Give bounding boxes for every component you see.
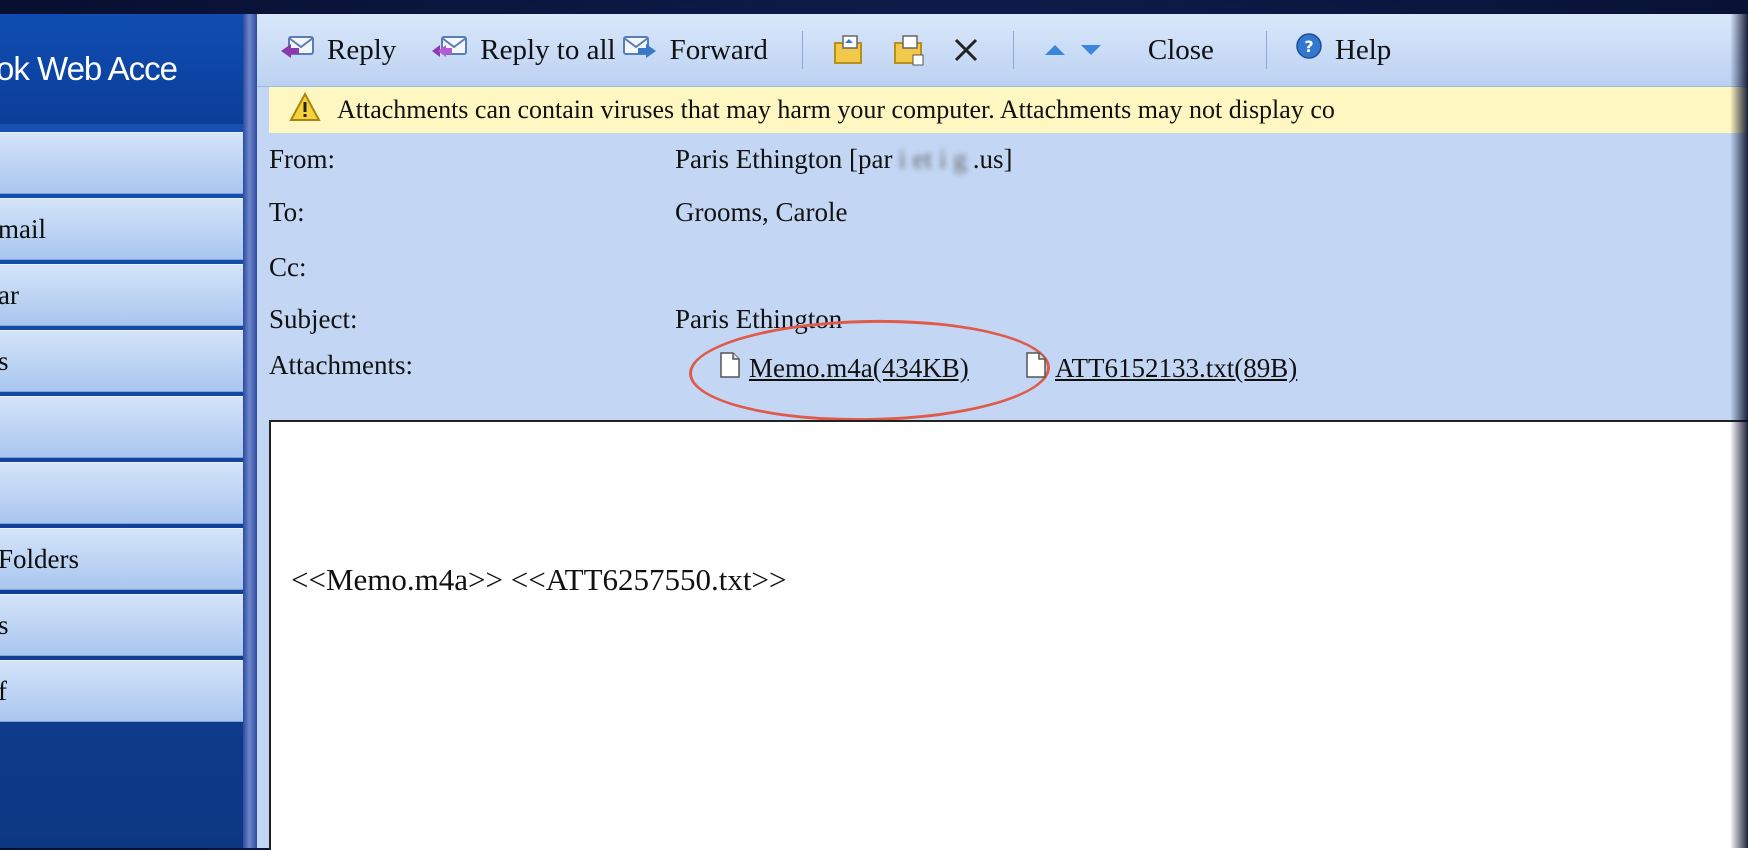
to-label: To: (269, 197, 305, 227)
cc-label: Cc: (269, 252, 307, 282)
previous-item-icon[interactable] (1042, 40, 1068, 60)
close-label: Close (1147, 33, 1214, 66)
attachment-warning-bar: Attachments can contain viruses that may… (269, 87, 1748, 133)
reply-label: Reply (327, 33, 397, 66)
move-to-folder-icon[interactable] (831, 33, 867, 67)
from-label: From: (269, 144, 336, 174)
document-icon (1025, 352, 1047, 385)
svg-text:?: ? (1304, 37, 1313, 56)
help-icon: ? (1295, 32, 1323, 68)
warning-icon (289, 91, 321, 129)
sidebar-item-8[interactable]: s (0, 594, 243, 656)
close-button[interactable]: Close (1148, 34, 1214, 67)
toolbar-separator (801, 31, 803, 69)
subject-label: Subject: (269, 304, 358, 334)
sidebar: ok Web Acce mail ar s Folders s f (0, 14, 243, 848)
reply-all-button[interactable]: Reply to all (430, 31, 616, 69)
delete-icon[interactable] (951, 35, 981, 65)
sidebar-item-folders[interactable]: Folders (0, 528, 243, 590)
message-body-text: <<Memo.m4a>> <<ATT6257550.txt>> (291, 562, 787, 597)
sidebar-divider[interactable] (243, 14, 257, 848)
sidebar-item-6[interactable] (0, 462, 243, 524)
sidebar-item-contacts[interactable]: s (0, 330, 243, 392)
app-brand-title: ok Web Acce (0, 14, 243, 124)
reply-icon (279, 31, 315, 69)
help-label: Help (1334, 33, 1392, 66)
sidebar-item-calendar[interactable]: ar (0, 264, 243, 326)
sidebar-item-mail[interactable]: mail (0, 198, 243, 260)
to-value[interactable]: Grooms, Carole (675, 197, 847, 228)
reply-all-icon (430, 31, 468, 69)
forward-button[interactable]: Forward (620, 31, 768, 69)
copy-to-folder-icon[interactable] (891, 33, 927, 67)
edge-shadow (1730, 14, 1748, 848)
attachments-label: Attachments: (269, 350, 413, 380)
sidebar-item-1[interactable] (0, 132, 243, 194)
toolbar-separator (1265, 31, 1267, 69)
sidebar-item-5[interactable] (0, 396, 243, 458)
reply-button[interactable]: Reply (279, 31, 396, 69)
attachment-name: Memo.m4a(434KB) (749, 353, 969, 383)
obscured-email: i et i g (898, 144, 967, 174)
toolbar: Reply Reply to all Forward Close ? Help (257, 14, 1748, 87)
sidebar-item-9[interactable]: f (0, 660, 243, 722)
message-pane: Reply Reply to all Forward Close ? Help … (257, 14, 1748, 850)
message-body[interactable]: <<Memo.m4a>> <<ATT6257550.txt>> (269, 420, 1748, 850)
warning-text: Attachments can contain viruses that may… (337, 95, 1335, 124)
reply-all-label: Reply to all (480, 33, 616, 66)
attachment-name: ATT6152133.txt(89B) (1055, 353, 1298, 383)
attachment-link-txt[interactable]: ATT6152133.txt(89B) (1025, 352, 1297, 385)
document-icon (719, 352, 741, 385)
next-item-icon[interactable] (1078, 40, 1104, 60)
forward-label: Forward (669, 33, 768, 66)
help-button[interactable]: ? Help (1295, 32, 1391, 68)
attachment-link-memo[interactable]: Memo.m4a(434KB) (719, 352, 969, 385)
from-value[interactable]: Paris Ethington [par i et i g .us] (675, 144, 1012, 175)
toolbar-separator (1012, 31, 1014, 69)
forward-icon (620, 31, 658, 69)
